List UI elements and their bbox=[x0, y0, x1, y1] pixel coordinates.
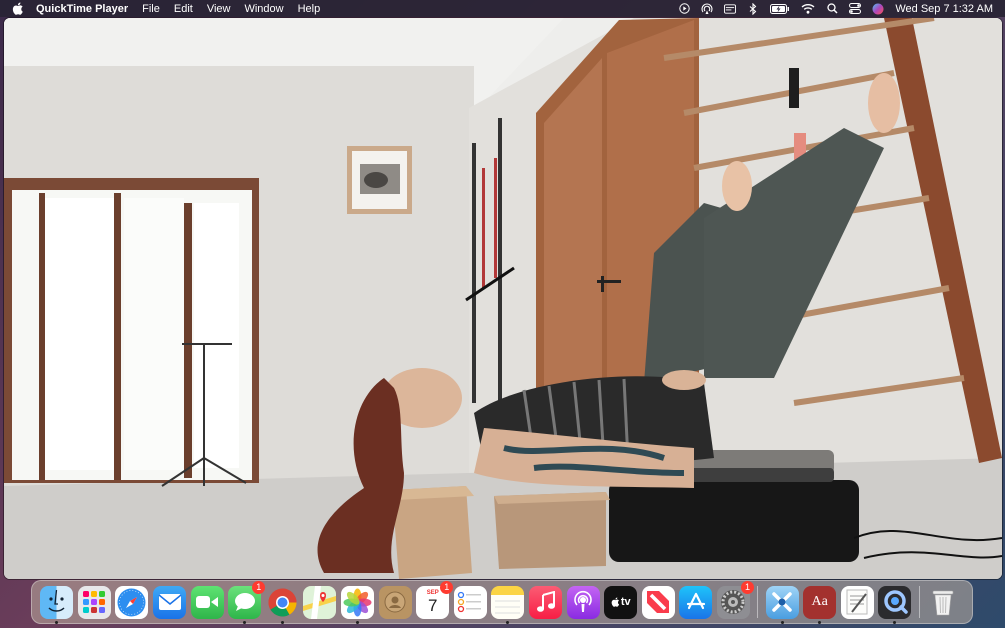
dock-item-quicktime-player[interactable] bbox=[878, 585, 912, 624]
notification-badge: 1 bbox=[740, 580, 754, 594]
menu-bar: QuickTime Player File Edit View Window H… bbox=[0, 0, 1005, 17]
dock-item-photos[interactable] bbox=[341, 585, 375, 624]
battery-charging-icon[interactable] bbox=[770, 3, 790, 15]
news-icon bbox=[641, 585, 675, 619]
dock-item-xcode[interactable] bbox=[765, 585, 799, 624]
app-store-icon bbox=[679, 585, 713, 619]
running-indicator bbox=[893, 620, 897, 624]
airdrop-icon[interactable] bbox=[701, 2, 713, 15]
window-menu[interactable]: Window bbox=[244, 3, 283, 15]
running-indicator bbox=[506, 620, 510, 624]
sliding-door bbox=[4, 178, 259, 483]
dock: 1 SEP 7 1 tv 1 Aa bbox=[31, 580, 973, 624]
dock-item-dictionary[interactable]: Aa bbox=[803, 585, 837, 624]
dictionary-label: Aa bbox=[811, 594, 828, 609]
dock-item-finder[interactable] bbox=[40, 585, 74, 624]
control-center-icon[interactable] bbox=[849, 3, 862, 15]
music-icon bbox=[529, 585, 563, 619]
dock-item-calendar[interactable]: SEP 7 1 bbox=[416, 580, 454, 619]
quicktime-icon bbox=[878, 585, 912, 619]
edit-menu[interactable]: Edit bbox=[174, 3, 193, 15]
dock-item-system-preferences[interactable]: 1 bbox=[716, 580, 754, 619]
dock-item-safari[interactable] bbox=[115, 585, 149, 619]
dock-item-apple-tv[interactable]: tv bbox=[604, 585, 638, 619]
yoga-blocks bbox=[392, 486, 610, 579]
running-indicator bbox=[356, 620, 360, 624]
dock-item-notes[interactable] bbox=[491, 585, 525, 624]
quicktime-video-window[interactable] bbox=[4, 18, 1002, 579]
chrome-icon bbox=[266, 586, 299, 619]
mail-icon bbox=[153, 585, 187, 619]
dock-item-mail[interactable] bbox=[153, 585, 187, 619]
dock-separator bbox=[918, 586, 920, 618]
contacts-icon bbox=[378, 585, 412, 619]
dock-item-podcasts[interactable] bbox=[566, 585, 600, 619]
video-frame bbox=[4, 18, 1002, 579]
finder-icon bbox=[40, 585, 74, 619]
dock-item-maps[interactable] bbox=[303, 585, 337, 619]
siri-icon[interactable] bbox=[872, 3, 884, 15]
dock-item-trash[interactable] bbox=[927, 586, 960, 619]
dock-separator bbox=[757, 586, 759, 618]
facetime-icon bbox=[190, 585, 224, 619]
dock-item-reminders[interactable] bbox=[453, 585, 487, 619]
photos-icon bbox=[341, 585, 375, 619]
dictionary-icon: Aa bbox=[803, 585, 837, 619]
notes-icon bbox=[491, 585, 525, 619]
running-indicator bbox=[55, 620, 59, 624]
podcasts-icon bbox=[566, 585, 600, 619]
apple-menu-icon[interactable] bbox=[12, 2, 26, 15]
reminders-icon bbox=[453, 585, 487, 619]
trash-icon bbox=[927, 586, 960, 619]
xcode-icon bbox=[765, 585, 799, 619]
running-indicator bbox=[780, 620, 784, 624]
textedit-icon bbox=[840, 585, 874, 619]
running-indicator bbox=[818, 620, 822, 624]
apple-tv-icon: tv bbox=[604, 585, 638, 619]
notification-badge: 1 bbox=[440, 580, 454, 594]
running-indicator bbox=[280, 620, 284, 624]
spotlight-search-icon[interactable] bbox=[826, 3, 838, 15]
dock-item-app-store[interactable] bbox=[679, 585, 713, 619]
notification-badge: 1 bbox=[252, 580, 266, 594]
dock-item-textedit[interactable] bbox=[840, 585, 874, 619]
launchpad-icon bbox=[77, 585, 111, 619]
calendar-day: 7 bbox=[428, 596, 438, 615]
help-menu[interactable]: Help bbox=[298, 3, 321, 15]
running-indicator bbox=[243, 620, 247, 624]
dock-item-chrome[interactable] bbox=[266, 586, 299, 624]
dock-item-messages[interactable]: 1 bbox=[228, 580, 266, 624]
bluetooth-icon[interactable] bbox=[747, 2, 759, 15]
framed-picture bbox=[347, 146, 412, 214]
dock-item-music[interactable] bbox=[529, 585, 563, 619]
apple-tv-label: tv bbox=[620, 596, 631, 608]
clock[interactable]: Wed Sep 7 1:32 AM bbox=[895, 3, 993, 15]
file-menu[interactable]: File bbox=[142, 3, 160, 15]
dock-item-news[interactable] bbox=[641, 585, 675, 619]
safari-icon bbox=[115, 585, 149, 619]
app-name-menu[interactable]: QuickTime Player bbox=[36, 3, 128, 15]
dock-item-facetime[interactable] bbox=[190, 585, 224, 619]
dock-item-contacts[interactable] bbox=[378, 585, 412, 619]
screen-record-icon[interactable] bbox=[678, 3, 690, 15]
dock-item-launchpad[interactable] bbox=[77, 585, 111, 619]
status-bar: Wed Sep 7 1:32 AM bbox=[678, 0, 993, 17]
wifi-icon[interactable] bbox=[801, 3, 815, 15]
keyboard-brightness-icon[interactable] bbox=[724, 3, 737, 15]
view-menu[interactable]: View bbox=[207, 3, 231, 15]
maps-icon bbox=[303, 585, 337, 619]
